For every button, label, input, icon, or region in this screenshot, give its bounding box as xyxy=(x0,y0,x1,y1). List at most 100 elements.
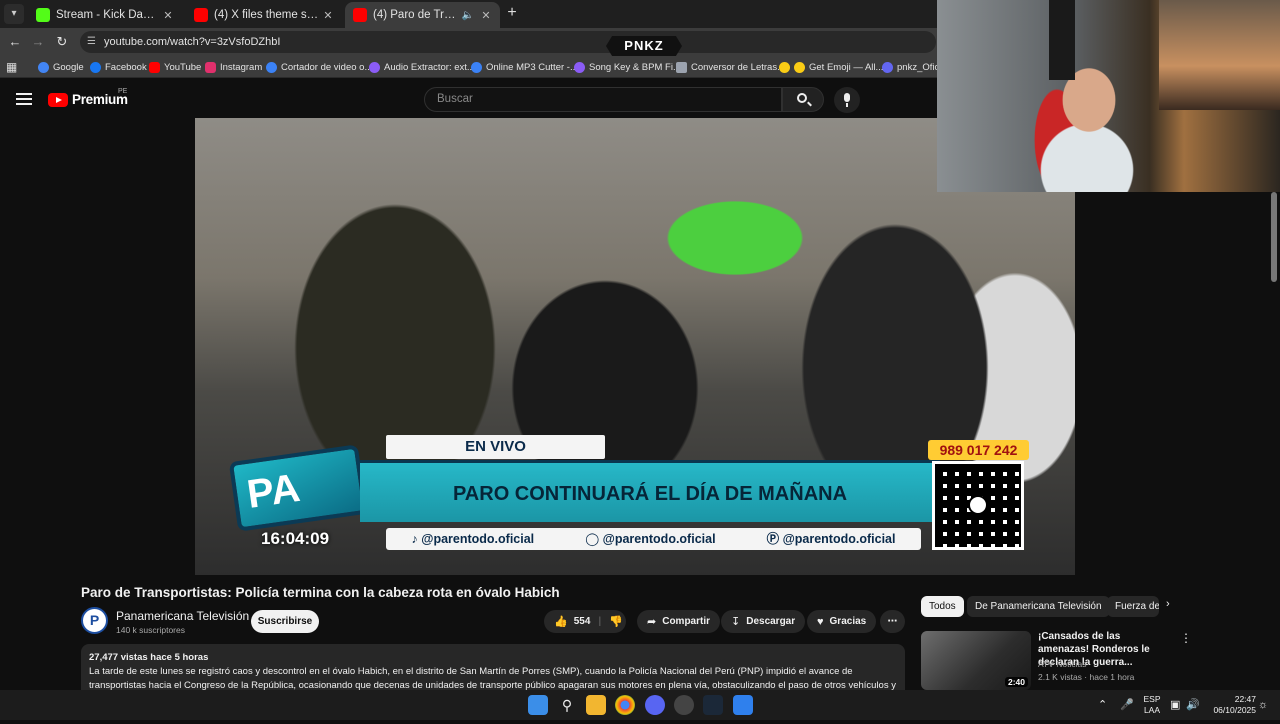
network-icon[interactable]: ▣ xyxy=(1170,690,1180,720)
speaker-icon[interactable]: 🔈 xyxy=(462,10,474,21)
cloud-icon xyxy=(266,61,277,73)
menu-hamburger-icon[interactable] xyxy=(16,93,32,105)
facebook-icon xyxy=(90,61,101,73)
address-bar[interactable]: ☰ youtube.com/watch?v=3zVsfoDZhbI xyxy=(80,31,936,53)
audio-icon xyxy=(369,61,380,73)
dislike-icon[interactable]: 👎 xyxy=(609,615,623,628)
tab-paro-transportistas[interactable]: (4) Paro de Transportistas: Policía term… xyxy=(345,2,500,28)
chevron-up-icon[interactable]: ⌃ xyxy=(1098,690,1107,720)
bookmark-mp3-cutter[interactable]: Online MP3 Cutter -... xyxy=(471,59,578,75)
headline-caption: PARO CONTINUARÁ EL DÍA DE MAÑANA xyxy=(360,460,940,522)
more-vertical-icon[interactable]: ⋮ xyxy=(1180,631,1192,645)
subscriber-count: 140 k suscriptores xyxy=(116,625,185,635)
chip-fuerza[interactable]: Fuerza de xyxy=(1107,596,1159,617)
channel-bug-logo: PA xyxy=(228,444,368,532)
chrome-icon[interactable] xyxy=(615,695,635,715)
bookmark-facebook[interactable]: Facebook xyxy=(90,59,147,75)
channel-avatar[interactable]: P xyxy=(81,607,108,634)
view-count-and-date: 27,477 vistas hace 5 horas xyxy=(89,652,209,663)
tab-kick-dashboard[interactable]: Stream - Kick Dashboard ✕ xyxy=(28,2,182,28)
youtube-favicon-icon xyxy=(353,8,367,22)
thanks-label: Gracias xyxy=(829,616,867,627)
youtube-premium-logo[interactable]: Premium PE xyxy=(48,88,128,107)
more-actions-button[interactable]: ⋯ xyxy=(880,610,905,633)
user-icon xyxy=(882,61,893,73)
search-icon xyxy=(797,93,807,103)
download-button[interactable]: ↧ Descargar xyxy=(721,610,806,633)
cloud-icon xyxy=(471,61,482,73)
google-icon xyxy=(38,61,49,73)
video-title: Paro de Transportistas: Policía termina … xyxy=(81,585,560,600)
channel-name[interactable]: Panamericana Televisión xyxy=(116,609,249,623)
windows-taskbar: ⚲ ⌃ 🎤 ESP LAA ▣ 🔊 22:47 06/10/2025 ☼ xyxy=(0,690,1280,720)
bookmark-conversor[interactable]: Conversor de Letras... xyxy=(676,59,785,75)
stream-brand-badge: PNKZ xyxy=(606,36,682,56)
phone-caption: 989 017 242 xyxy=(928,440,1029,460)
notifications-icon[interactable]: ☼ xyxy=(1258,690,1268,720)
windows-start-icon[interactable] xyxy=(528,695,548,715)
like-icon[interactable]: 👍 xyxy=(554,615,568,628)
page-scrollbar[interactable] xyxy=(1271,192,1277,282)
like-dislike-group: 👍 554 | 👎 xyxy=(544,610,626,633)
like-count[interactable]: 554 xyxy=(574,616,591,627)
instagram-icon xyxy=(205,61,216,73)
youtube-icon xyxy=(149,61,160,73)
reload-icon[interactable]: ↻ xyxy=(52,32,72,52)
share-button[interactable]: ➦ Compartir xyxy=(637,610,721,633)
new-tab-plus-icon[interactable]: + xyxy=(504,5,520,21)
chip-all[interactable]: Todos xyxy=(921,596,964,617)
bookmark-cortador[interactable]: Cortador de video o... xyxy=(266,59,372,75)
youtube-favicon-icon xyxy=(194,8,208,22)
file-explorer-icon[interactable] xyxy=(586,695,606,715)
search-icon[interactable]: ⚲ xyxy=(557,695,577,715)
share-label: Compartir xyxy=(662,616,711,627)
broadcast-clock: 16:04:09 xyxy=(261,529,330,548)
volume-icon[interactable]: 🔊 xyxy=(1186,690,1200,720)
bookmark-youtube[interactable]: YouTube xyxy=(149,59,201,75)
back-arrow-icon[interactable]: ← xyxy=(5,32,25,52)
recommendation-thumbnail[interactable]: 2:40 xyxy=(921,631,1031,690)
emoji-icon xyxy=(794,61,805,73)
streamer-webcam xyxy=(937,0,1280,192)
search-button[interactable] xyxy=(782,87,824,112)
chip-from-channel[interactable]: De Panamericana Televisión xyxy=(967,596,1110,617)
music-icon xyxy=(574,61,585,73)
discord-icon[interactable] xyxy=(645,695,665,715)
microphone-icon[interactable]: 🎤 xyxy=(1120,690,1134,720)
tab-search-button[interactable]: ▾ xyxy=(4,4,24,24)
bookmark-audio-extractor[interactable]: Audio Extractor: ext... xyxy=(369,59,475,75)
qr-code xyxy=(932,461,1024,550)
close-icon[interactable]: ✕ xyxy=(320,9,336,22)
share-icon: ➦ xyxy=(647,616,657,628)
duration-badge: 2:40 xyxy=(1004,677,1028,687)
forward-arrow-icon[interactable]: → xyxy=(28,32,48,52)
super-thanks-icon: ♥ xyxy=(817,615,824,628)
bookmark-get-emoji[interactable]: Get Emoji — All... xyxy=(779,59,883,75)
close-icon[interactable]: ✕ xyxy=(478,9,494,22)
description-box[interactable]: 27,477 vistas hace 5 horas La tarde de e… xyxy=(81,644,905,690)
window xyxy=(1159,0,1280,110)
apps-grid-icon[interactable]: ▦ xyxy=(6,60,20,74)
notepad-icon[interactable] xyxy=(733,695,753,715)
close-icon[interactable]: ✕ xyxy=(160,9,176,22)
chevron-right-icon[interactable]: › xyxy=(1166,598,1170,610)
live-caption: EN VIVO xyxy=(386,435,605,459)
subscribe-button[interactable]: Suscribirse xyxy=(251,610,319,633)
voice-search-mic-icon[interactable] xyxy=(834,87,860,113)
keyboard-layout: LAA xyxy=(1143,705,1161,715)
steam-icon[interactable] xyxy=(703,695,723,715)
site-info-icon[interactable]: ☰ xyxy=(87,31,96,53)
tab-title: (4) X files theme song - YouTube xyxy=(214,9,320,21)
country-code: PE xyxy=(118,88,128,95)
thanks-button[interactable]: ♥ Gracias xyxy=(807,610,877,633)
tab-x-files[interactable]: (4) X files theme song - YouTube ✕ xyxy=(186,2,342,28)
tab-title: (4) Paro de Transportistas: Policía term… xyxy=(373,9,462,21)
bookmark-song-key[interactable]: Song Key & BPM Fi... xyxy=(574,59,681,75)
bookmark-google[interactable]: Google xyxy=(38,59,84,75)
language-code: ESP xyxy=(1143,694,1161,704)
kick-favicon-icon xyxy=(36,8,50,22)
obs-icon[interactable] xyxy=(674,695,694,715)
recommendation-channel[interactable]: ATV Noticias xyxy=(1038,659,1087,669)
bookmark-instagram[interactable]: Instagram xyxy=(205,59,262,75)
search-input[interactable]: Buscar xyxy=(424,87,782,112)
